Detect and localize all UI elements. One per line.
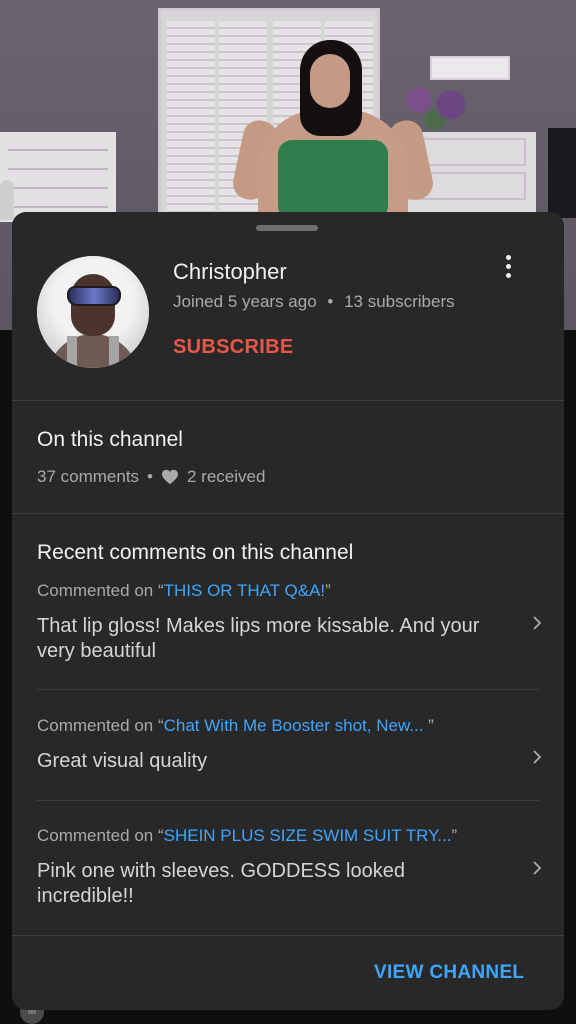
drag-handle[interactable] [256,225,318,231]
monitor [548,128,576,218]
lamp [0,180,14,220]
comment-text: Great visual quality [37,750,208,772]
more-vert-icon[interactable] [496,248,520,284]
channel-avatar[interactable] [37,256,149,368]
channel-sheet: Christopher Joined 5 years ago • 13 subs… [12,212,564,1010]
chevron-right-icon [533,861,542,875]
chevron-right-icon [533,616,542,630]
commented-on-line: Commented on “SHEIN PLUS SIZE SWIM SUIT … [37,826,458,845]
dresser-left [0,132,116,222]
video-person [230,40,436,230]
channel-stats: 37 comments • 2 received [37,467,266,486]
channel-name: Christopher [173,259,287,284]
video-title-link[interactable]: SHEIN PLUS SIZE SWIM SUIT TRY... [164,826,452,845]
recent-comments-title: Recent comments on this channel [37,541,354,564]
divider [12,400,564,401]
subscribe-button[interactable]: SUBSCRIBE [173,336,294,359]
hearts-received: 2 received [187,467,266,486]
recent-comment-item[interactable]: Commented on “THIS OR THAT Q&A!” That li… [12,576,564,689]
sunglasses [67,286,121,306]
comment-text: Pink one with sleeves. GODDESS looked in… [37,860,405,907]
recent-comment-item[interactable]: Commented on “Chat With Me Booster shot,… [12,690,564,800]
subscriber-count: 13 subscribers [344,292,455,311]
video-title-link[interactable]: Chat With Me Booster shot, New... [164,716,429,735]
comments-count: 37 comments [37,467,140,486]
comment-text: That lip gloss! Makes lips more kissable… [37,615,480,662]
divider [12,935,564,936]
divider [12,513,564,514]
on-this-channel-title: On this channel [37,428,183,451]
recent-comment-item[interactable]: Commented on “SHEIN PLUS SIZE SWIM SUIT … [12,801,564,935]
channel-meta: Joined 5 years ago • 13 subscribers [173,292,455,311]
video-title-link[interactable]: THIS OR THAT Q&A! [164,581,326,600]
wall-frame [430,56,510,80]
heart-icon [162,469,178,485]
view-channel-button[interactable]: VIEW CHANNEL [374,962,524,984]
commented-on-line: Commented on “THIS OR THAT Q&A!” [37,581,331,600]
joined-date: Joined 5 years ago [173,292,317,311]
chevron-right-icon [533,750,542,764]
commented-on-line: Commented on “Chat With Me Booster shot,… [37,716,434,735]
